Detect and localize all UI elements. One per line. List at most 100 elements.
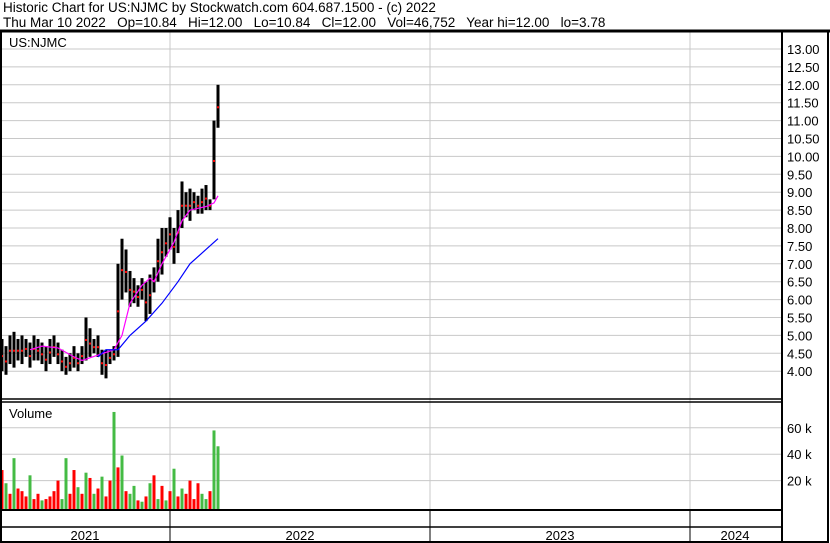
price-tick-label: 8.00 [787,221,812,236]
price-tick-label: 13.00 [787,42,820,57]
volume-tick-label: 40 k [787,447,812,462]
year-label: 2022 [286,528,315,543]
price-close-mark [5,360,7,363]
volume-bar [92,493,96,510]
volume-bar [28,475,32,510]
volume-bar [132,485,136,510]
price-close-mark [17,349,19,352]
volume-bar [96,488,100,510]
year-label: 2023 [546,528,575,543]
volume-bar [112,411,116,510]
volume-bar [8,493,12,510]
price-tick-label: 4.00 [787,364,812,379]
price-close-mark [193,201,195,204]
volume-bar [176,496,180,510]
price-tick-label: 7.50 [787,239,812,254]
price-close-mark [101,362,103,365]
price-close-mark [133,290,135,293]
price-tick-label: 11.50 [787,96,819,111]
volume-tick-label: 60 k [787,421,812,436]
volume-bar [204,499,208,510]
volume-bar [144,496,148,510]
price-tick-label: 5.50 [787,311,812,326]
volume-bar [64,458,68,510]
price-bar [20,335,24,365]
volume-bar [16,488,20,510]
volume-bar [4,483,8,510]
price-close-mark [217,106,219,109]
price-close-mark [169,233,171,236]
volume-label: Volume [9,406,52,421]
volume-bar [212,430,216,510]
price-tick-label: 5.00 [787,328,812,343]
price-close-mark [105,364,107,367]
price-close-mark [97,346,99,349]
volume-bar [192,499,196,510]
price-close-mark [145,301,147,304]
price-close-mark [181,204,183,207]
price-close-mark [189,204,191,207]
volume-bar [168,491,172,510]
volume-bar [160,485,164,510]
volume-bar [52,491,56,510]
price-close-mark [205,197,207,200]
volume-bar [32,499,36,510]
price-close-mark [185,204,187,207]
price-close-mark [125,270,127,273]
year-label: 2021 [71,528,100,543]
price-tick-label: 12.50 [787,60,820,75]
price-close-mark [201,201,203,204]
volume-bar [128,493,132,510]
volume-bar [184,493,188,510]
volume-bar [48,496,52,510]
price-close-mark [173,245,175,248]
price-close-mark [9,349,11,352]
price-tick-label: 6.50 [787,275,812,290]
price-close-mark [49,351,51,354]
price-close-mark [89,342,91,345]
price-close-mark [213,159,215,162]
price-close-mark [197,204,199,207]
price-close-mark [57,353,59,356]
price-bar [104,349,108,379]
volume-bar [216,446,220,510]
price-close-mark [129,288,131,291]
price-tick-label: 4.50 [787,346,812,361]
volume-bar [136,500,140,510]
volume-bar [72,470,76,510]
volume-bar [88,477,92,510]
price-close-mark [81,355,83,358]
volume-bar [124,491,128,510]
volume-bar [56,480,60,510]
symbol-label: US:NJMC [9,35,67,50]
price-bar [84,317,88,361]
price-tick-label: 7.00 [787,257,812,272]
volume-bar [108,480,112,510]
volume-bar [152,475,156,510]
price-close-mark [85,338,87,341]
volume-bar [164,500,168,510]
volume-bar [40,500,44,510]
price-tick-label: 11.00 [787,114,819,129]
price-tick-label: 12.00 [787,78,820,93]
volume-bar [140,501,144,510]
volume-bar [156,499,160,510]
volume-bar [148,483,152,510]
volume-bar [36,493,40,510]
volume-bar [20,491,24,510]
price-close-mark [29,355,31,358]
volume-bar [188,480,192,510]
price-close-mark [121,269,123,272]
volume-bar [104,496,108,510]
volume-bar [120,455,124,510]
price-close-mark [77,362,79,365]
volume-bar [84,472,88,510]
price-close-mark [61,360,63,363]
price-bar [8,335,12,365]
price-close-mark [69,362,71,365]
price-close-mark [157,260,159,263]
stock-chart: US:NJMC Volume 13.00 12.50 12.00 11.50 11.00… [0,29,830,543]
volume-bar [60,499,64,510]
price-close-mark [161,251,163,254]
price-close-mark [165,242,167,245]
